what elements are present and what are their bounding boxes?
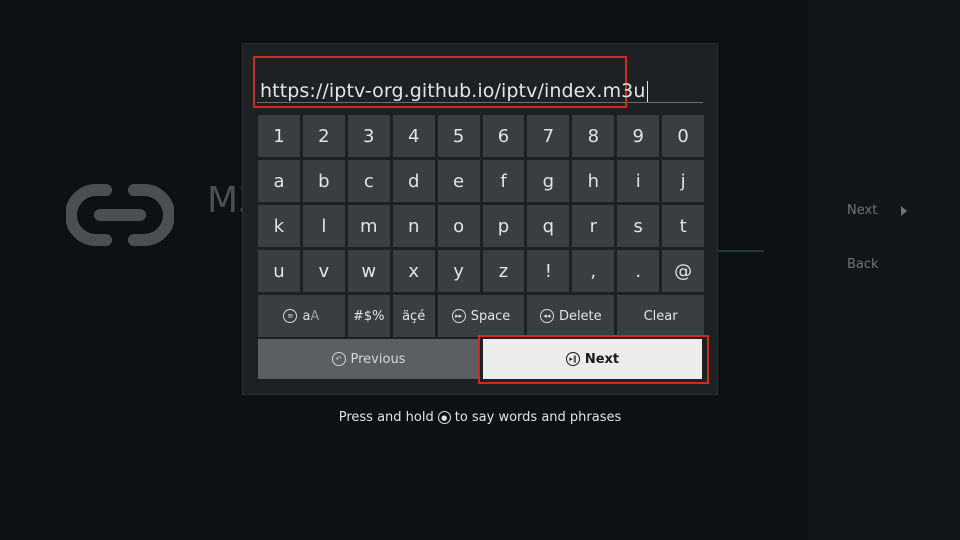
clear-key[interactable]: Clear <box>617 295 704 337</box>
text-cursor <box>646 80 648 103</box>
link-icon <box>66 184 174 246</box>
rewind-icon: ◂◂ <box>539 309 554 323</box>
key[interactable]: @ <box>662 250 705 292</box>
key[interactable]: o <box>437 205 480 247</box>
delete-label: Delete <box>558 308 602 324</box>
menu-button-icon: ≡ <box>283 309 298 323</box>
microphone-icon: ● <box>437 411 451 424</box>
key-row-letters-2: k l m n o p q r s t <box>258 205 705 247</box>
key-row-letters-1: a b c d e f g h i j <box>258 160 705 202</box>
side-next-button[interactable]: Next <box>847 203 908 218</box>
key[interactable]: c <box>347 160 390 202</box>
key[interactable]: w <box>347 250 390 292</box>
side-back-button[interactable]: Back <box>847 257 879 272</box>
key[interactable]: y <box>437 250 480 292</box>
key[interactable]: 2 <box>302 115 345 157</box>
key[interactable]: 0 <box>662 115 705 157</box>
voice-hint: Press and hold ● to say words and phrase… <box>0 410 960 425</box>
case-lower-label: a <box>302 308 311 324</box>
fast-forward-icon: ▸▸ <box>451 309 466 323</box>
next-button[interactable]: ▸‖ Next <box>483 339 702 379</box>
input-underline <box>712 250 764 252</box>
key[interactable]: q <box>527 205 570 247</box>
key[interactable]: 8 <box>572 115 615 157</box>
previous-label: Previous <box>350 351 406 367</box>
play-pause-icon: ▸‖ <box>565 352 580 366</box>
hint-after: to say words and phrases <box>454 410 622 425</box>
back-icon: ↶ <box>331 352 346 366</box>
accents-key[interactable]: äçé <box>392 295 435 337</box>
key[interactable]: 4 <box>392 115 435 157</box>
key[interactable]: v <box>302 250 345 292</box>
key-grid: 1 2 3 4 5 6 7 8 9 0 a b c d e f g h i j … <box>258 115 705 340</box>
key[interactable]: r <box>572 205 615 247</box>
play-icon <box>901 205 908 216</box>
key-row-letters-3: u v w x y z ! , . @ <box>258 250 705 292</box>
url-underline <box>257 102 703 103</box>
key[interactable]: 3 <box>347 115 390 157</box>
key[interactable]: p <box>482 205 525 247</box>
key[interactable]: ! <box>527 250 570 292</box>
key[interactable]: x <box>392 250 435 292</box>
key[interactable]: 5 <box>437 115 480 157</box>
case-upper-label: A <box>310 308 320 324</box>
key[interactable]: 7 <box>527 115 570 157</box>
key[interactable]: a <box>258 160 300 202</box>
key[interactable]: , <box>572 250 615 292</box>
hint-before: Press and hold <box>338 410 434 425</box>
symbols-key[interactable]: #$% <box>347 295 390 337</box>
key[interactable]: m <box>347 205 390 247</box>
key[interactable]: l <box>302 205 345 247</box>
delete-key[interactable]: ◂◂ Delete <box>527 295 615 337</box>
case-toggle-key[interactable]: ≡ aA <box>258 295 345 337</box>
key[interactable]: j <box>662 160 705 202</box>
space-key[interactable]: ▸▸ Space <box>437 295 525 337</box>
url-input-value: https://iptv-org.github.io/iptv/index.m3… <box>260 80 648 103</box>
key[interactable]: n <box>392 205 435 247</box>
key[interactable]: u <box>258 250 300 292</box>
key[interactable]: i <box>617 160 660 202</box>
key[interactable]: z <box>482 250 525 292</box>
key[interactable]: h <box>572 160 615 202</box>
key[interactable]: b <box>302 160 345 202</box>
side-next-label: Next <box>847 203 878 218</box>
space-label: Space <box>470 308 511 324</box>
key-row-digits: 1 2 3 4 5 6 7 8 9 0 <box>258 115 705 157</box>
key[interactable]: 9 <box>617 115 660 157</box>
key[interactable]: e <box>437 160 480 202</box>
key[interactable]: s <box>617 205 660 247</box>
key[interactable]: t <box>662 205 705 247</box>
key-row-functions: ≡ aA #$% äçé ▸▸ Space ◂◂ Delete Clear <box>258 295 704 337</box>
previous-button[interactable]: ↶ Previous <box>258 339 479 379</box>
key[interactable]: k <box>258 205 300 247</box>
key[interactable]: 1 <box>258 115 300 157</box>
url-input[interactable]: https://iptv-org.github.io/iptv/index.m3… <box>253 56 648 108</box>
key[interactable]: 6 <box>482 115 525 157</box>
key[interactable]: d <box>392 160 435 202</box>
next-label: Next <box>584 351 620 367</box>
key[interactable]: f <box>482 160 525 202</box>
key[interactable]: g <box>527 160 570 202</box>
key[interactable]: . <box>617 250 660 292</box>
side-panel <box>808 0 960 540</box>
